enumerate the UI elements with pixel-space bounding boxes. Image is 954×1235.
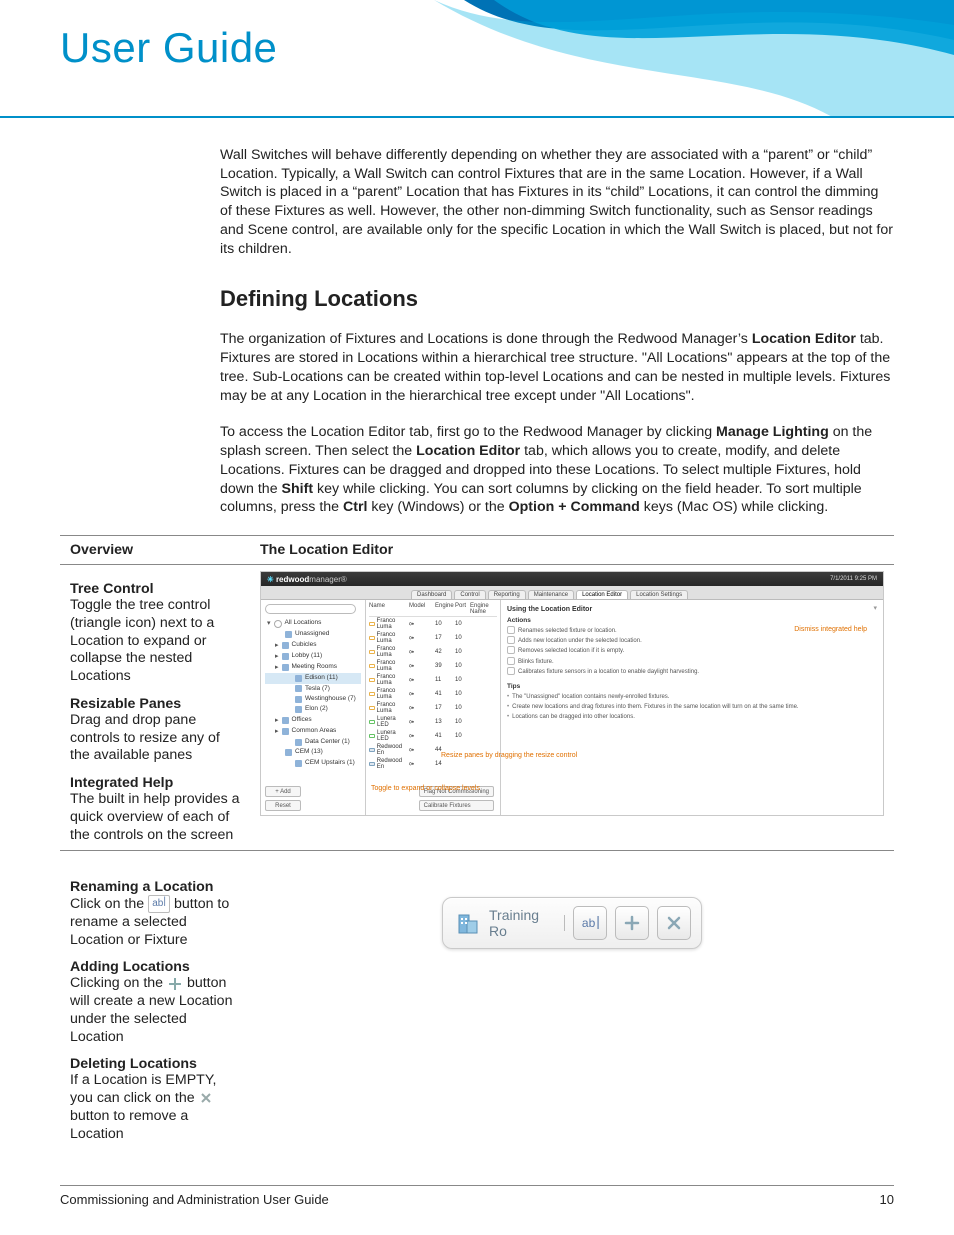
overview-table: Overview The Location Editor Tree Contro… [60,535,894,1149]
rename-title: Renaming a Location [70,879,240,895]
page-number: 10 [880,1192,894,1207]
tree-control-title: Tree Control [70,581,240,597]
resizable-panes-title: Resizable Panes [70,696,240,712]
search-input[interactable] [265,604,356,614]
grid-header[interactable]: Port [455,603,470,615]
table-row[interactable]: Franco Luma⚩1710 [369,631,497,645]
delete-icon [199,1091,213,1105]
callout-toggle: Toggle to expand or collapse levels [371,785,480,792]
help-action-item: Blinks fixture. [507,657,877,667]
plus-icon [167,976,183,992]
table-row[interactable]: Franco Luma⚩3910 [369,659,497,673]
tree-node[interactable]: ▸Common Areas [265,726,361,737]
tree-root[interactable]: ▾All Locations [265,618,361,629]
grid-header[interactable]: Engine Name [470,603,500,615]
help-tip-item: •Locations can be dragged into other loc… [507,712,877,722]
tree-node[interactable]: ▸Lobby (11) [265,651,361,662]
table-row[interactable]: Lunera LED⚩1310 [369,715,497,729]
page-title: User Guide [60,24,277,72]
footer-title: Commissioning and Administration User Gu… [60,1192,329,1207]
fixtures-pane: NameModelEnginePortEngine Name Franco Lu… [366,600,501,815]
tree-pane: ▾All LocationsUnassigned▸Cubicles▸Lobby … [261,600,366,815]
tree-node[interactable]: Westinghouse (7) [265,694,361,704]
callout-resize: Resize panes by dragging the resize cont… [441,752,577,759]
resizable-panes-body: Drag and drop pane controls to resize an… [70,712,240,765]
app-brand: ✳ redwoodmanager® [267,575,347,584]
tree-node[interactable]: Tesla (7) [265,684,361,694]
delete-location-button[interactable] [657,906,691,940]
location-name-field[interactable]: Training Ro [489,907,565,939]
help-actions-label: Actions [507,617,877,624]
tree-node[interactable]: Data Center (1) [265,737,361,747]
building-icon [453,909,481,937]
tab-location-settings[interactable]: Location Settings [630,590,688,599]
location-editor-screenshot: ✳ redwoodmanager® 7/1/2011 9:25 PM Dashb… [260,571,884,816]
delete-title: Deleting Locations [70,1056,240,1072]
tree-node[interactable]: Elon (2) [265,704,361,714]
help-title: Using the Location Editor [507,606,877,613]
header-swoosh-graphic [434,0,954,118]
tree-node[interactable]: CEM (13) [265,747,361,757]
tree-node[interactable]: ▸Meeting Rooms [265,662,361,673]
grid-header[interactable]: Name [369,603,409,615]
app-datetime: 7/1/2011 9:25 PM [830,576,877,582]
help-action-item: Removes selected location if it is empty… [507,646,877,656]
table-row[interactable]: Redwood En⚩14 [369,757,497,771]
tree-control-body: Toggle the tree control (triangle icon) … [70,597,240,686]
table-row[interactable]: Franco Luma⚩1110 [369,673,497,687]
table-row[interactable]: Franco Luma⚩4110 [369,687,497,701]
help-action-item: Adds new location under the selected loc… [507,636,877,646]
tree-node[interactable]: CEM Upstairs (1) [265,758,361,768]
help-tip-item: •The "Unassigned" location contains newl… [507,692,877,702]
tab-location-editor[interactable]: Location Editor [576,590,628,599]
add-body: Clicking on the button will create a new… [70,975,240,1046]
add-button[interactable]: + Add [265,786,301,797]
tree-node[interactable]: Edison (11) [265,673,361,683]
integrated-help-body: The built in help provides a quick overv… [70,791,240,844]
table-row[interactable]: Franco Luma⚩1710 [369,701,497,715]
intro-paragraph: Wall Switches will behave differently de… [60,146,894,258]
help-action-item: Calibrates fixture sensors in a location… [507,667,877,677]
col-header-editor: The Location Editor [250,536,894,565]
tab-control[interactable]: Control [454,590,485,599]
help-close-icon[interactable]: ▾ [873,604,877,612]
tab-reporting[interactable]: Reporting [488,590,526,599]
add-location-button[interactable] [615,906,649,940]
grid-header[interactable]: Model [409,603,435,615]
grid-header[interactable]: Engine [435,603,455,615]
tree-node[interactable]: ▸Offices [265,715,361,726]
tree-node[interactable]: Unassigned [265,629,361,639]
paragraph-1: The organization of Fixtures and Locatio… [60,330,894,405]
paragraph-2: To access the Location Editor tab, first… [60,423,894,517]
rename-button[interactable]: ab| [573,906,607,940]
table-row[interactable]: Lunera LED⚩4110 [369,729,497,743]
help-tip-item: •Create new locations and drag fixtures … [507,702,877,712]
help-tips-label: Tips [507,683,877,690]
delete-body: If a Location is EMPTY, you can click on… [70,1072,240,1143]
tab-maintenance[interactable]: Maintenance [528,590,574,599]
tab-bar: DashboardControlReportingMaintenanceLoca… [261,586,883,600]
table-row[interactable]: Franco Luma⚩4210 [369,645,497,659]
tree-node[interactable]: ▸Cubicles [265,640,361,651]
rename-icon: ab| [148,895,170,913]
add-title: Adding Locations [70,959,240,975]
location-toolbar-graphic: Training Ro ab| [442,897,702,949]
rename-body: Click on the ab| button to rename a sele… [70,895,240,949]
reset-button[interactable]: Reset [265,800,301,811]
table-row[interactable]: Franco Luma⚩1010 [369,617,497,631]
callout-dismiss: Dismiss integrated help [794,626,867,633]
integrated-help-title: Integrated Help [70,775,240,791]
tab-dashboard[interactable]: Dashboard [411,590,452,599]
col-header-overview: Overview [60,536,250,565]
section-heading: Defining Locations [60,286,894,312]
calibrate-button[interactable]: Calibrate Fixtures [419,800,494,811]
